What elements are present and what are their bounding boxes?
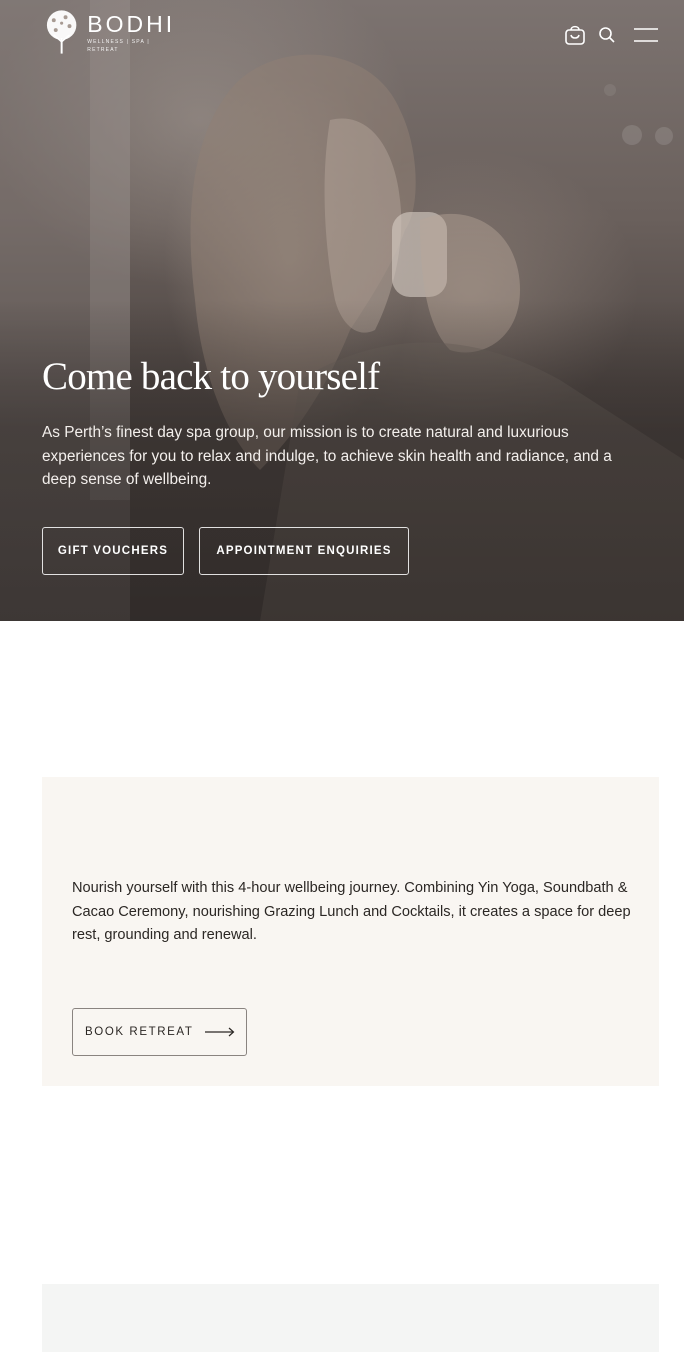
menu-icon[interactable] <box>632 22 660 48</box>
brand-name: BODHI <box>87 10 176 37</box>
book-retreat-label: BOOK RETREAT <box>85 1026 194 1038</box>
retreat-card: Nourish yourself with this 4-hour wellbe… <box>42 777 659 1086</box>
hero-title: Come back to yourself <box>42 355 380 398</box>
header-actions <box>562 22 660 48</box>
hero-section: BODHI WELLNESS | SPA | RETREAT Come back <box>0 0 684 621</box>
hero-description: As Perth’s finest day spa group, our mis… <box>42 424 612 488</box>
next-section-card <box>42 1284 659 1352</box>
brand-tagline: WELLNESS | SPA | RETREAT <box>87 38 150 53</box>
book-retreat-button[interactable]: BOOK RETREAT <box>72 1008 247 1056</box>
bodhi-logo[interactable]: BODHI WELLNESS | SPA | RETREAT <box>42 8 182 56</box>
shopping-bag-icon[interactable] <box>562 22 588 48</box>
arrow-right-icon <box>205 1027 235 1037</box>
tree-logo-icon <box>46 10 77 54</box>
search-icon[interactable] <box>594 22 620 48</box>
retreat-description: Nourish yourself with this 4-hour wellbe… <box>72 880 631 944</box>
appointment-enquiries-button[interactable]: APPOINTMENT ENQUIRIES <box>199 527 409 575</box>
gift-vouchers-button[interactable]: GIFT VOUCHERS <box>42 527 184 575</box>
